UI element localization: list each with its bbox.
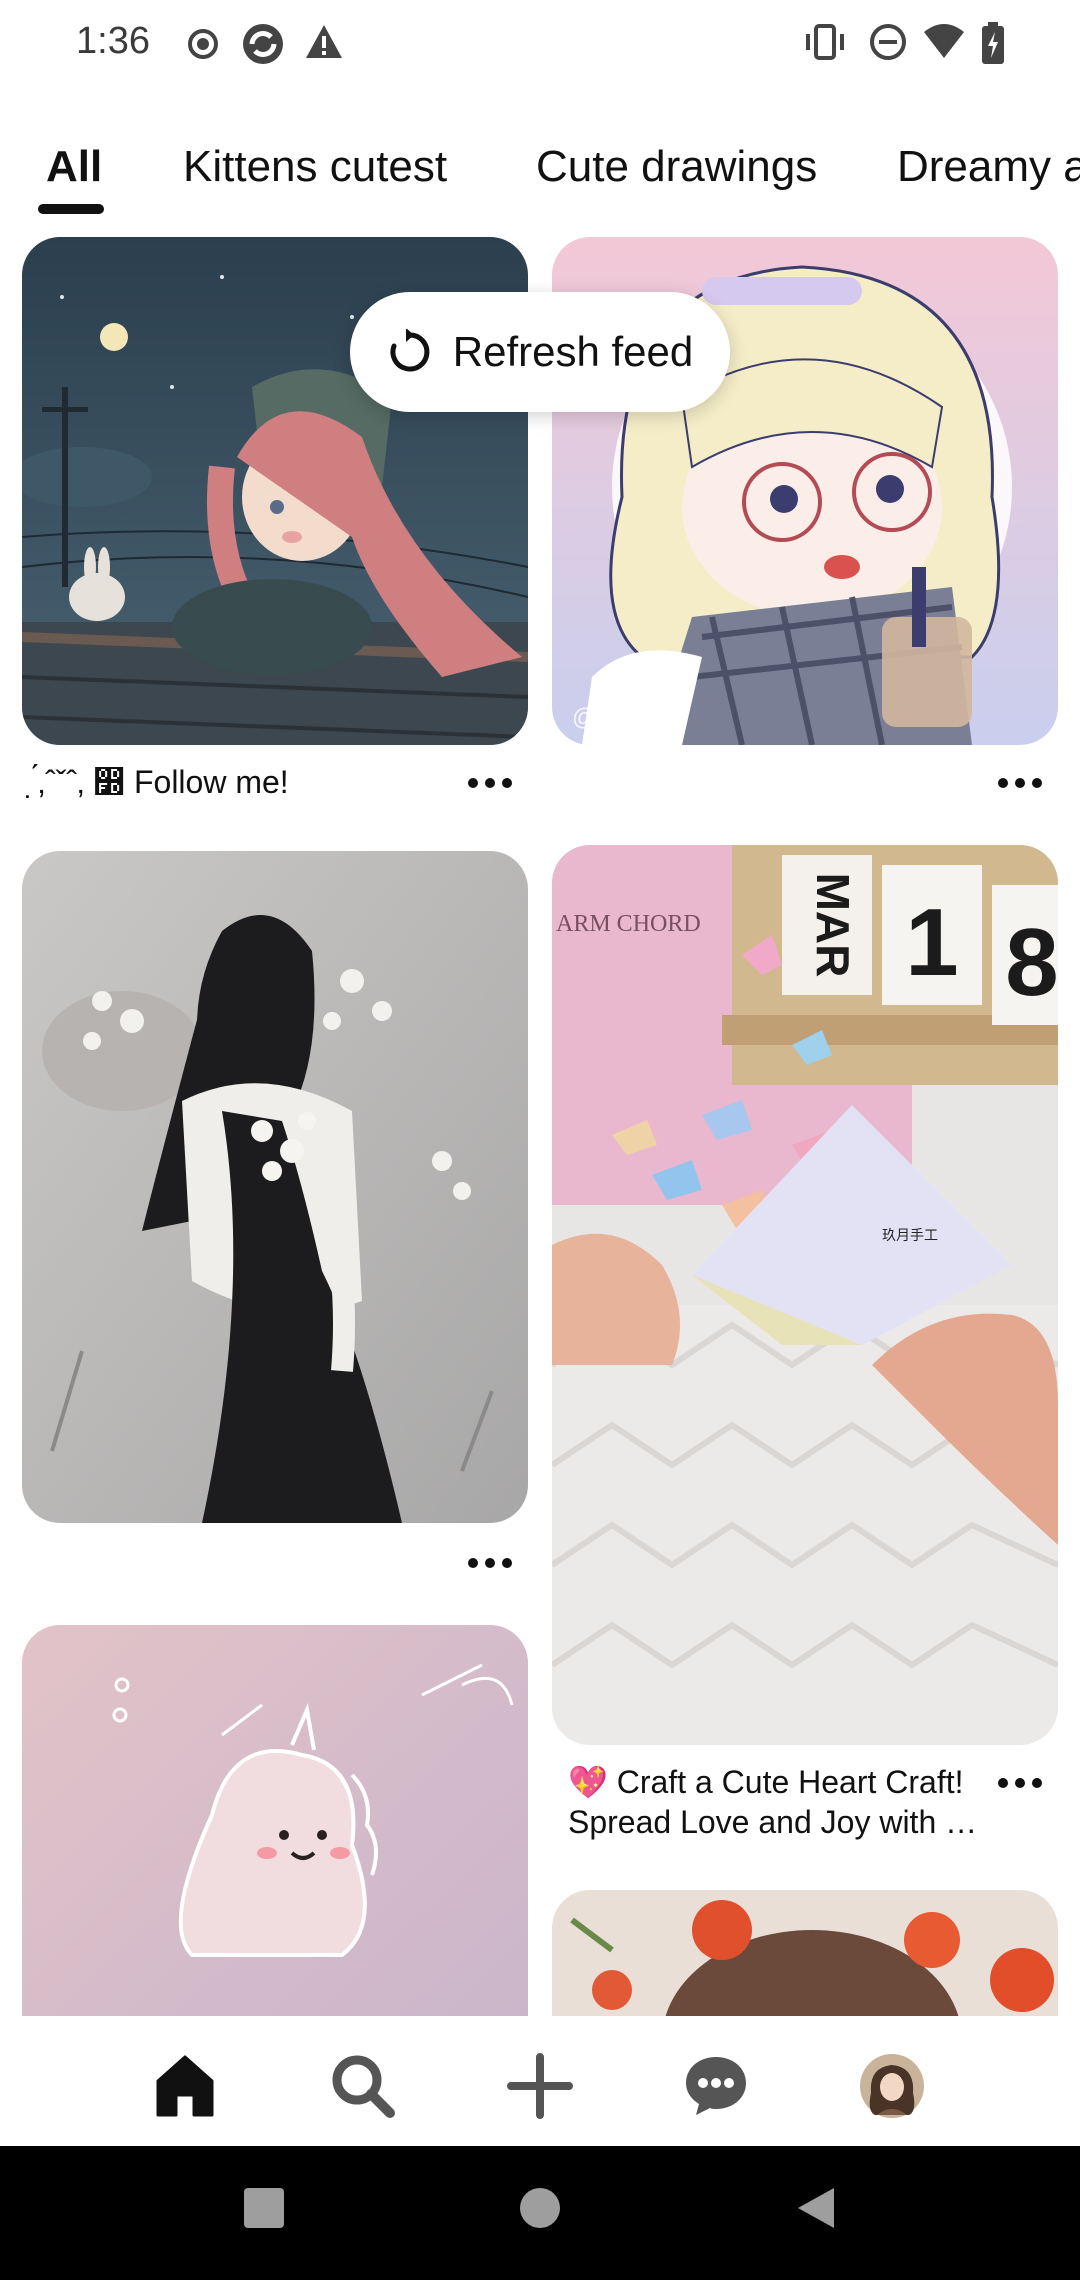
tab-selected-indicator (38, 204, 104, 214)
record-icon (188, 29, 218, 59)
status-bar: 1:36 (0, 0, 1080, 88)
tab-dreamy[interactable]: Dreamy a (897, 142, 1080, 192)
pin-image-ink-painting-woman[interactable] (22, 851, 528, 1523)
status-time: 1:36 (76, 20, 150, 62)
plus-icon (507, 2053, 573, 2119)
paper-brand: 玖月手工 (882, 1228, 938, 1244)
nav-create[interactable] (500, 2046, 580, 2126)
nav-profile[interactable] (852, 2046, 932, 2126)
pin-caption-line-2: Spread Love and Joy with … (568, 1804, 978, 1840)
ink-painting-illustration (22, 851, 528, 1523)
more-icon[interactable] (460, 1543, 520, 1583)
pin-image-origami-heart-craft[interactable]: ARM CHORD MAR 1 8 玖月手工 (552, 845, 1058, 1745)
calendar-day-1: 1 (905, 889, 958, 996)
tab-all[interactable]: All (46, 142, 102, 192)
back-icon[interactable] (794, 2186, 838, 2230)
refresh-feed-label: Refresh feed (452, 328, 694, 375)
search-icon (332, 2055, 395, 2118)
vibrate-icon (806, 24, 844, 60)
calendar-day-2: 8 (1005, 909, 1058, 1016)
nav-search[interactable] (323, 2046, 403, 2126)
nav-home[interactable] (145, 2046, 225, 2126)
pin-caption-line-1: 💖 Craft a Cute Heart Craft! (568, 1764, 964, 1800)
tab-cute-drawings[interactable]: Cute drawings (536, 142, 817, 192)
recents-icon[interactable] (242, 2186, 286, 2230)
tab-kittens-cutest[interactable]: Kittens cutest (183, 142, 447, 192)
more-icon[interactable] (990, 1763, 1050, 1803)
watermark-text: @1&P6OV (572, 704, 690, 731)
system-navigation-bar (0, 2146, 1080, 2280)
origami-craft-photo: ARM CHORD MAR 1 8 玖月手工 (552, 845, 1058, 1745)
paper-title: ARM CHORD (556, 911, 701, 937)
wifi-icon (924, 24, 964, 58)
battery-charging-icon (982, 22, 1004, 64)
board-tabs: All Kittens cutest Cute drawings Dreamy … (0, 130, 1080, 220)
pin-caption: ̣́‚ˆˇˆ‚ ෽ Follow me! (38, 764, 289, 800)
refresh-feed-button[interactable]: Refresh feed (350, 292, 730, 412)
warning-icon (306, 25, 342, 58)
more-icon[interactable] (460, 763, 520, 803)
do-not-disturb-icon (870, 24, 906, 60)
home-button-icon[interactable] (518, 2186, 562, 2230)
sync-app-icon (243, 24, 283, 64)
home-icon (156, 2055, 214, 2117)
chat-icon (686, 2057, 746, 2115)
bottom-navigation (0, 2016, 1080, 2146)
avatar (860, 2054, 924, 2118)
calendar-month: MAR (807, 873, 859, 978)
nav-messages[interactable] (676, 2046, 756, 2126)
more-icon[interactable] (990, 763, 1050, 803)
refresh-icon (390, 329, 430, 372)
